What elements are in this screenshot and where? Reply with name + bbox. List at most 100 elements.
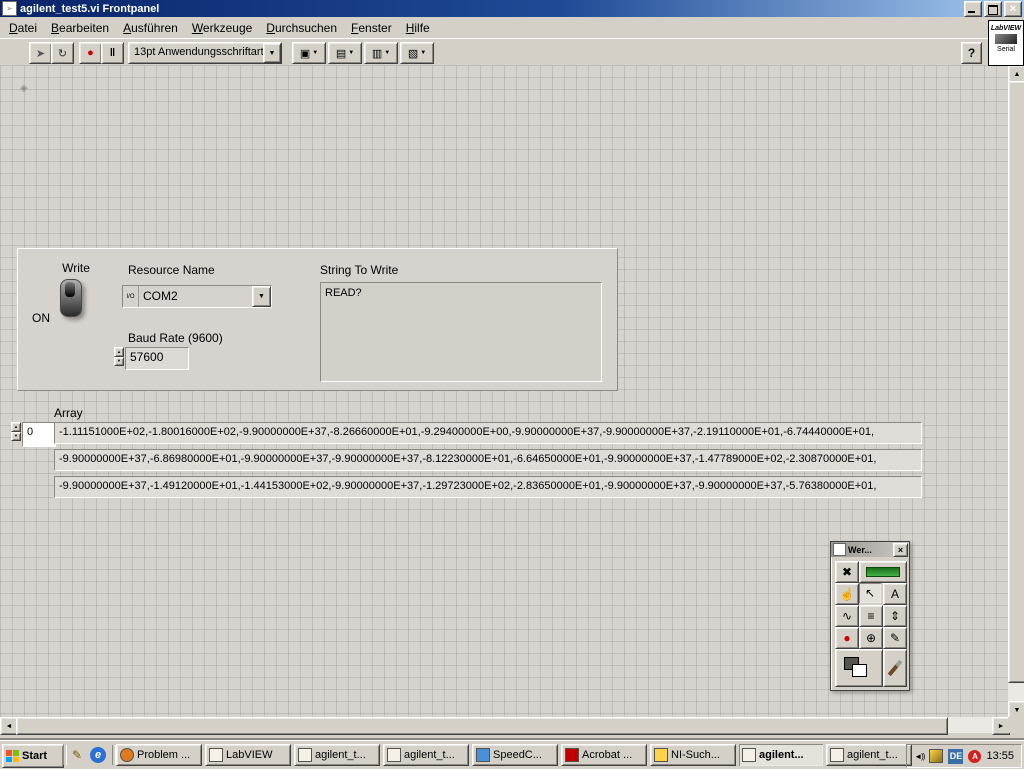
arrow-up-icon: ▲ <box>117 348 121 354</box>
reorder-dropdown[interactable]: ▧ ▼ <box>400 42 434 64</box>
labview-logo-graphic <box>995 34 1017 44</box>
menu-item-ausfuehren[interactable]: Ausführen <box>116 19 185 37</box>
operate-value-tool-button[interactable]: ☝ <box>835 583 859 605</box>
menu-item-werkzeuge[interactable]: Werkzeuge <box>185 19 259 37</box>
task-button-speedcommander[interactable]: SpeedC... <box>472 744 558 766</box>
color-tool-button[interactable] <box>835 649 883 687</box>
volume-icon[interactable]: ◄)) <box>914 752 925 761</box>
wire-tool-button[interactable]: ∿ <box>835 605 859 627</box>
array-row[interactable]: -9.90000000E+37,-1.49120000E+01,-1.44153… <box>54 476 922 498</box>
decrement-button[interactable]: ▼ <box>114 356 124 366</box>
object-menu-tool-button[interactable]: ≡ <box>859 605 883 627</box>
start-button[interactable]: Start <box>2 744 64 768</box>
font-selector[interactable]: 13pt Anwendungsschriftart ▼ <box>128 42 282 64</box>
breakpoint-tool-button[interactable]: ● <box>835 627 859 649</box>
pause-button[interactable]: ‖ <box>101 42 124 64</box>
run-continuous-button[interactable]: ↻ <box>51 42 74 64</box>
arrow-down-icon: ▼ <box>117 358 121 364</box>
close-icon: × <box>1009 2 1017 15</box>
task-button-agilent-1[interactable]: agilent_t... <box>294 744 380 766</box>
tools-palette-titlebar[interactable]: Wer... × <box>831 542 909 557</box>
object-menu-icon: ≡ <box>867 609 875 623</box>
tray-app-icon[interactable] <box>929 749 944 763</box>
toggle-lever[interactable] <box>65 282 75 297</box>
window-title: agilent_test5.vi Frontpanel <box>20 2 160 15</box>
baud-rate-field[interactable]: 57600 <box>125 347 189 370</box>
taskbar-tasks: Problem ... LabVIEW agilent_t... agilent… <box>116 744 912 766</box>
array-row[interactable]: -9.90000000E+37,-6.86980000E+01,-9.90000… <box>54 449 922 471</box>
pause-icon: ‖ <box>109 47 116 59</box>
help-button[interactable]: ? <box>961 42 982 64</box>
resource-name-combo[interactable]: I/O COM2 ▼ <box>122 285 272 308</box>
arrow-down-icon: ▼ <box>1013 706 1021 714</box>
scroll-tool-button[interactable]: ⇕ <box>883 605 907 627</box>
horizontal-scroll-thumb[interactable] <box>16 717 948 735</box>
resize-objects-dropdown[interactable]: ▥ ▼ <box>364 42 398 64</box>
quicklaunch-desktop-icon[interactable]: ✎ <box>68 746 86 764</box>
task-button-agilent-active[interactable]: agilent... <box>739 744 823 766</box>
increment-button[interactable]: ▲ <box>114 347 124 357</box>
task-button-problem[interactable]: Problem ... <box>116 744 202 766</box>
string-to-write-label: String To Write <box>320 263 399 277</box>
palette-close-button[interactable]: × <box>893 542 908 557</box>
chevron-down-icon: ▼ <box>348 50 355 56</box>
red-tray-icon[interactable]: A <box>968 749 982 763</box>
task-button-labview[interactable]: LabVIEW <box>205 744 291 766</box>
help-icon: ? <box>967 46 976 60</box>
eyedropper-icon: ✎ <box>889 631 901 645</box>
windows-logo-icon <box>6 750 19 762</box>
minimize-button[interactable] <box>964 0 982 17</box>
labview-task-icon <box>209 748 223 762</box>
align-objects-dropdown[interactable]: ▣ ▼ <box>292 42 326 64</box>
title-bar[interactable]: ➢ agilent_test5.vi Frontpanel × <box>0 0 1024 17</box>
edit-text-tool-button[interactable]: A <box>883 583 907 605</box>
align-objects-icon: ▣ <box>299 47 311 60</box>
language-indicator[interactable]: DE <box>948 748 964 764</box>
tools-palette-window: Wer... × ✖ ☝ ↖ A ∿ ≡ ⇕ ● ⊕ ✎ <box>830 541 910 691</box>
close-button[interactable]: × <box>1004 0 1022 17</box>
color-copy-tool-button[interactable]: ✎ <box>883 627 907 649</box>
font-selector-arrow-button[interactable]: ▼ <box>263 43 281 63</box>
menu-item-fenster[interactable]: Fenster <box>344 19 399 37</box>
maximize-button[interactable] <box>984 0 1002 17</box>
task-button-agilent-3[interactable]: agilent_t... <box>826 744 912 766</box>
menu-item-hilfe[interactable]: Hilfe <box>399 19 437 37</box>
auto-tool-select-button[interactable]: ✖ <box>835 561 859 583</box>
clock: 13:55 <box>986 750 1014 762</box>
close-icon: × <box>897 544 904 555</box>
distribute-objects-dropdown[interactable]: ▤ ▼ <box>328 42 362 64</box>
menu-item-bearbeiten[interactable]: Bearbeiten <box>44 19 116 37</box>
paintbrush-tool-button[interactable] <box>883 649 907 687</box>
baud-rate-spinner: ▲ ▼ <box>114 347 124 366</box>
vi-task-icon <box>298 748 312 762</box>
array-row[interactable]: -1.11151000E+02,-1.80016000E+02,-9.90000… <box>54 422 922 444</box>
position-tool-button[interactable]: ↖ <box>859 583 881 603</box>
chevron-down-icon: ▼ <box>258 293 265 300</box>
menu-item-durchsuchen[interactable]: Durchsuchen <box>259 19 344 37</box>
quicklaunch-browser-icon[interactable]: e <box>90 747 106 763</box>
string-to-write-field[interactable]: READ? <box>320 282 602 382</box>
write-toggle-switch[interactable] <box>60 279 82 317</box>
abort-button[interactable]: ● <box>79 42 102 64</box>
resource-name-label: Resource Name <box>128 263 215 277</box>
array-index-field[interactable]: 0 <box>22 422 56 447</box>
vertical-scrollbar[interactable]: ▲ ▼ <box>1008 65 1024 719</box>
arrow-right-icon: ► <box>997 722 1005 730</box>
index-increment-button[interactable]: ▲ <box>11 422 21 432</box>
task-button-acrobat[interactable]: Acrobat ... <box>561 744 647 766</box>
task-button-agilent-2[interactable]: agilent_t... <box>383 744 469 766</box>
run-icon: ➤ <box>35 47 46 60</box>
scroll-hand-icon: ⇕ <box>889 609 901 623</box>
chevron-down-icon: ▼ <box>384 50 391 56</box>
menu-item-datei[interactable]: Datei <box>2 19 44 37</box>
probe-tool-button[interactable]: ⊕ <box>859 627 883 649</box>
auto-select-led-button[interactable] <box>859 561 907 583</box>
horizontal-scrollbar[interactable]: ◄ ► <box>0 717 1010 735</box>
resource-combo-arrow-button[interactable]: ▼ <box>252 286 271 307</box>
start-label: Start <box>22 750 48 762</box>
vertical-scroll-thumb[interactable] <box>1008 81 1024 683</box>
arrow-left-icon: ◄ <box>5 722 13 730</box>
index-decrement-button[interactable]: ▼ <box>11 431 21 441</box>
run-button[interactable]: ➤ <box>29 42 52 64</box>
task-button-ni-search[interactable]: NI-Such... <box>650 744 736 766</box>
